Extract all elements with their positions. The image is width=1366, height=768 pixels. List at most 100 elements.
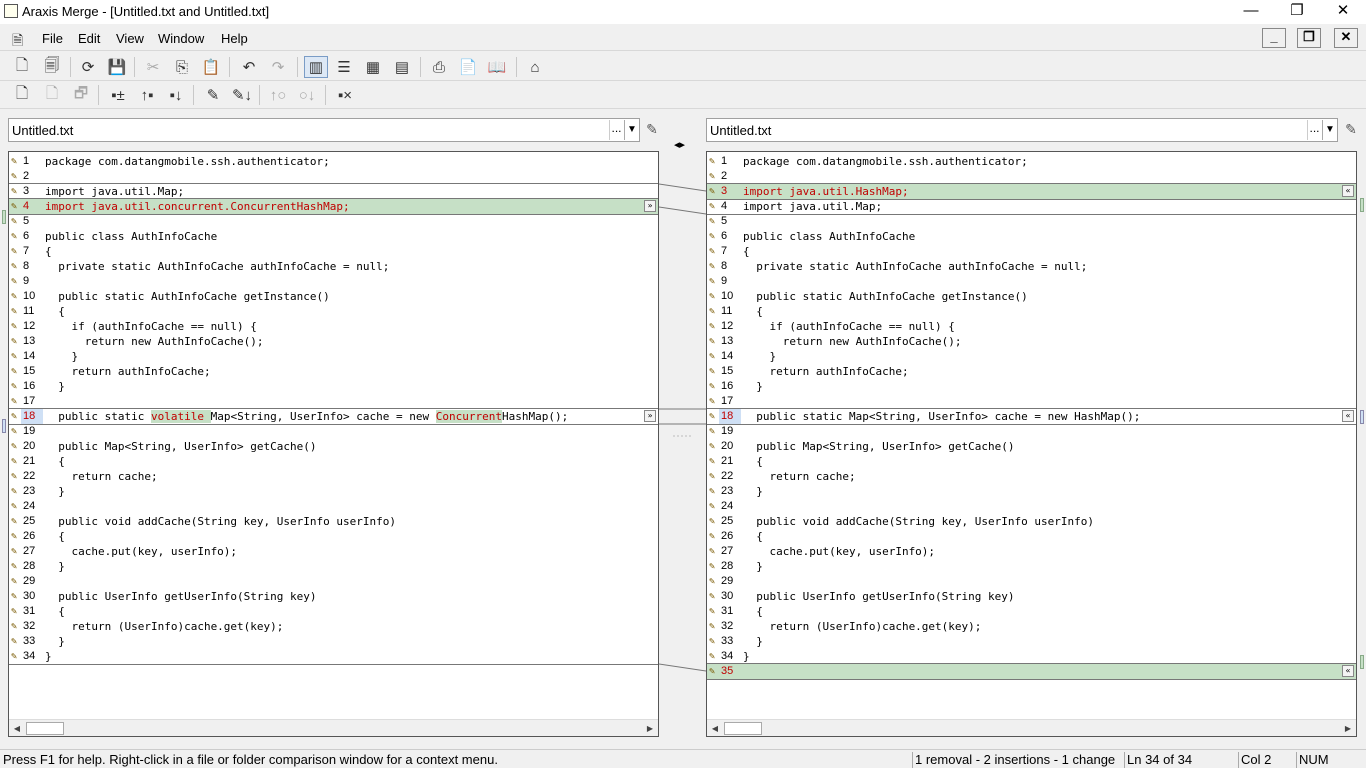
right-overview-marker[interactable]: [1360, 198, 1364, 212]
minimize-button[interactable]: —: [1228, 0, 1274, 24]
right-code-line[interactable]: ✎ 21 {: [707, 454, 1356, 469]
left-code-line[interactable]: ✎ 3 import java.util.Map;: [9, 184, 658, 199]
right-code-line[interactable]: ✎ 4 import java.util.Map;: [707, 199, 1356, 214]
right-code-line[interactable]: ✎ 6 public class AuthInfoCache: [707, 229, 1356, 244]
right-code-line[interactable]: ✎ 11 {: [707, 304, 1356, 319]
close-button[interactable]: ✕: [1320, 0, 1366, 24]
three-way-view-icon[interactable]: ▦: [361, 56, 385, 78]
refresh-icon[interactable]: ⟳: [76, 56, 100, 78]
clear-bookmarks-icon[interactable]: ▪×: [333, 84, 357, 106]
right-code-line[interactable]: ✎ 3 import java.util.HashMap; «: [707, 184, 1356, 199]
left-code-line[interactable]: ✎ 14 }: [9, 349, 658, 364]
right-code-line[interactable]: ✎ 18 public static Map<String, UserInfo> …: [707, 409, 1356, 424]
right-code-line[interactable]: ✎ 25 public void addCache(String key, Use…: [707, 514, 1356, 529]
chevron-down-icon[interactable]: ▼: [1322, 120, 1337, 140]
right-code-line[interactable]: ✎ 9: [707, 274, 1356, 289]
mdi-minimize-button[interactable]: _: [1262, 28, 1286, 48]
right-code-line[interactable]: ✎ 22 return cache;: [707, 469, 1356, 484]
right-code-line[interactable]: ✎ 26 {: [707, 529, 1356, 544]
merge-left-button[interactable]: «: [1342, 185, 1354, 197]
right-code-line[interactable]: ✎ 15 return authInfoCache;: [707, 364, 1356, 379]
left-code-line[interactable]: ✎ 5: [9, 214, 658, 229]
menu-help[interactable]: Help: [221, 31, 248, 46]
undo-icon[interactable]: ↶: [237, 56, 261, 78]
left-code-line[interactable]: ✎ 17: [9, 394, 658, 409]
right-browse-button[interactable]: ...: [1307, 120, 1321, 140]
left-code-line[interactable]: ✎ 19: [9, 424, 658, 439]
left-code-line[interactable]: ✎ 29: [9, 574, 658, 589]
page-icon[interactable]: 🗋: [10, 84, 34, 106]
right-code-line[interactable]: ✎ 31 {: [707, 604, 1356, 619]
merge-right-button[interactable]: »: [644, 200, 656, 212]
document-icon[interactable]: 🗎: [12, 30, 30, 48]
chevron-down-icon[interactable]: ▼: [624, 120, 639, 140]
page-merge-icon[interactable]: 🗗: [69, 84, 93, 106]
bookmark-prev-icon[interactable]: ↑▪: [135, 84, 159, 106]
left-code-line[interactable]: ✎ 25 public void addCache(String key, Use…: [9, 514, 658, 529]
new-folder-comparison-icon[interactable]: 🗐: [40, 56, 64, 78]
menu-view[interactable]: View: [116, 31, 144, 46]
left-code-line[interactable]: ✎ 28 }: [9, 559, 658, 574]
right-code-line[interactable]: ✎ 33 }: [707, 634, 1356, 649]
left-code-line[interactable]: ✎ 8 private static AuthInfoCache authInfo…: [9, 259, 658, 274]
right-code-line[interactable]: ✎ 20 public Map<String, UserInfo> getCach…: [707, 439, 1356, 454]
right-code-line[interactable]: ✎ 35 «: [707, 664, 1356, 679]
new-document-icon[interactable]: 🗋: [10, 56, 34, 78]
page-disabled-icon[interactable]: 🗋: [40, 84, 64, 106]
right-code-line[interactable]: ✎ 16 }: [707, 379, 1356, 394]
restore-button[interactable]: ❐: [1274, 0, 1320, 24]
left-code-line[interactable]: ✎ 18 public static volatile Map<String, U…: [9, 409, 658, 424]
merge-right-button[interactable]: »: [644, 410, 656, 422]
right-code-line[interactable]: ✎ 29: [707, 574, 1356, 589]
bookmark-next-icon[interactable]: ▪↓: [164, 84, 188, 106]
right-code-line[interactable]: ✎ 17: [707, 394, 1356, 409]
scroll-left-icon[interactable]: ◀: [707, 721, 723, 736]
edit-pen-icon[interactable]: ✎: [201, 84, 225, 106]
right-overview-marker[interactable]: [1360, 655, 1364, 669]
print-icon[interactable]: ⎙: [427, 56, 451, 78]
left-code-line[interactable]: ✎ 27 cache.put(key, userInfo);: [9, 544, 658, 559]
left-code-line[interactable]: ✎ 2: [9, 169, 658, 184]
right-code-line[interactable]: ✎ 5: [707, 214, 1356, 229]
scroll-right-icon[interactable]: ▶: [642, 721, 658, 736]
right-code-line[interactable]: ✎ 10 public static AuthInfoCache getInsta…: [707, 289, 1356, 304]
right-code-line[interactable]: ✎ 19: [707, 424, 1356, 439]
right-code-line[interactable]: ✎ 34}: [707, 649, 1356, 664]
left-code-line[interactable]: ✎ 33 }: [9, 634, 658, 649]
left-code-line[interactable]: ✎ 13 return new AuthInfoCache();: [9, 334, 658, 349]
right-code-line[interactable]: ✎ 23 }: [707, 484, 1356, 499]
redo-icon[interactable]: ↷: [266, 56, 290, 78]
left-code-line[interactable]: ✎ 21 {: [9, 454, 658, 469]
right-code-line[interactable]: ✎ 27 cache.put(key, userInfo);: [707, 544, 1356, 559]
left-horizontal-scrollbar[interactable]: ◀ ▶: [9, 719, 658, 736]
menu-window[interactable]: Window: [158, 31, 204, 46]
left-code-line[interactable]: ✎ 16 }: [9, 379, 658, 394]
left-code-line[interactable]: ✎ 30 public UserInfo getUserInfo(String k…: [9, 589, 658, 604]
copy-icon[interactable]: ⎘: [170, 56, 194, 78]
menu-edit[interactable]: Edit: [78, 31, 100, 46]
left-overview-marker[interactable]: [2, 210, 6, 224]
right-code-line[interactable]: ✎ 1 package com.datangmobile.ssh.authentic…: [707, 154, 1356, 169]
left-code-line[interactable]: ✎ 4 import java.util.concurrent.Concurrent…: [9, 199, 658, 214]
save-icon[interactable]: 💾: [105, 56, 129, 78]
clipboard-icon[interactable]: 📄: [456, 56, 480, 78]
right-code-line[interactable]: ✎ 8 private static AuthInfoCache authInfo…: [707, 259, 1356, 274]
left-code-line[interactable]: ✎ 24: [9, 499, 658, 514]
horizontal-view-icon[interactable]: ☰: [332, 56, 356, 78]
right-code-line[interactable]: ✎ 30 public UserInfo getUserInfo(String k…: [707, 589, 1356, 604]
right-code-line[interactable]: ✎ 32 return (UserInfo)cache.get(key);: [707, 619, 1356, 634]
scroll-thumb[interactable]: [26, 722, 64, 735]
scroll-thumb[interactable]: [724, 722, 762, 735]
left-overview-marker[interactable]: [2, 419, 6, 433]
merge-left-button[interactable]: «: [1342, 665, 1354, 677]
right-horizontal-scrollbar[interactable]: ◀ ▶: [707, 719, 1356, 736]
left-file-path-combo[interactable]: Untitled.txt ... ▼: [8, 118, 640, 142]
two-way-view-icon[interactable]: ▥: [304, 56, 328, 78]
right-code-line[interactable]: ✎ 24: [707, 499, 1356, 514]
left-code-line[interactable]: ✎ 20 public Map<String, UserInfo> getCach…: [9, 439, 658, 454]
link-prev-icon[interactable]: ↑○: [266, 84, 290, 106]
left-file-pane[interactable]: ◀ ▶ ✎ 1 package com.datangmobile.ssh.authe…: [8, 151, 659, 737]
scroll-right-icon[interactable]: ▶: [1340, 721, 1356, 736]
left-code-line[interactable]: ✎ 6 public class AuthInfoCache: [9, 229, 658, 244]
right-file-path-combo[interactable]: Untitled.txt ... ▼: [706, 118, 1338, 142]
